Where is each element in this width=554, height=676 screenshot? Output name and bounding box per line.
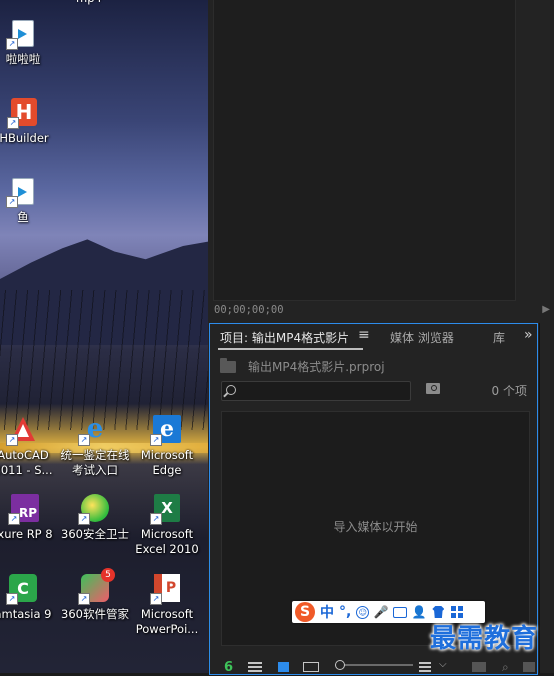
sogou-logo-icon[interactable]: S bbox=[295, 602, 315, 622]
desktop-icon-camtasia[interactable]: C ↗ amtasia 9 bbox=[0, 573, 63, 622]
panel-tab-bar: 项目: 输出MP4格式影片 ≡ 媒体 浏览器 库 » bbox=[210, 324, 537, 350]
desktop-icon-360-safe[interactable]: ↗ 360安全卫士 bbox=[55, 493, 135, 542]
desktop-icon-label: HBuilder bbox=[0, 131, 49, 145]
project-file-row: 输出MP4格式影片.prproj bbox=[220, 357, 385, 375]
autocad-icon: ↗ bbox=[6, 414, 38, 446]
desktop-icon-label-line1: Microsoft bbox=[140, 448, 194, 462]
ime-punctuation-toggle[interactable]: °, bbox=[339, 604, 351, 620]
skin-icon[interactable] bbox=[431, 605, 445, 619]
tab-media-browser[interactable]: 媒体 浏览器 bbox=[390, 329, 454, 346]
freeform-view-icon[interactable] bbox=[303, 662, 319, 672]
zoom-slider-knob[interactable] bbox=[335, 660, 345, 670]
desktop-icon-label-line1: 统一鉴定在线 bbox=[60, 448, 130, 462]
desktop-icon-label: 360安全卫士 bbox=[61, 527, 129, 541]
find-in-bin-icon[interactable] bbox=[426, 383, 440, 394]
desktop-icon-label-line2: 考试入口 bbox=[72, 463, 118, 477]
reeds-pattern bbox=[0, 290, 208, 430]
desktop-icon-fish[interactable]: ↗ 鱼 bbox=[0, 176, 63, 225]
folder-icon bbox=[220, 357, 236, 373]
tab-libraries[interactable]: 库 bbox=[493, 329, 505, 346]
microphone-icon[interactable]: 🎤 bbox=[374, 605, 389, 619]
partial-top-label: mp4 bbox=[76, 0, 102, 5]
notification-badge: 5 bbox=[101, 568, 115, 582]
zoom-slider[interactable] bbox=[335, 660, 413, 670]
user-icon[interactable]: 👤 bbox=[412, 605, 427, 619]
desktop-icon-label: 鱼 bbox=[17, 210, 29, 224]
toolbox-icon[interactable] bbox=[450, 605, 464, 619]
icon-view-icon[interactable] bbox=[278, 662, 289, 672]
desktop-icon-label-line2: Edge bbox=[152, 463, 182, 477]
desktop-icon-label: 360软件管家 bbox=[61, 607, 129, 621]
automate-to-sequence-icon[interactable] bbox=[472, 662, 486, 672]
premiere-window: 00;00;00;00 ▶ 项目: 输出MP4格式影片 ≡ 媒体 浏览器 库 »… bbox=[208, 0, 554, 676]
chevron-down-icon[interactable]: ⌵ bbox=[439, 659, 447, 670]
desktop-icon-powerpoint[interactable]: P ↗ Microsoft PowerPoi... bbox=[127, 573, 207, 637]
keyboard-icon[interactable] bbox=[393, 605, 408, 619]
new-bin-icon[interactable] bbox=[523, 662, 535, 672]
desktop-icon-excel[interactable]: X ↗ Microsoft Excel 2010 bbox=[127, 493, 207, 557]
tab-project[interactable]: 项目: 输出MP4格式影片 bbox=[217, 329, 364, 350]
search-icon bbox=[226, 385, 236, 395]
empty-message: 导入媒体以开始 bbox=[333, 520, 418, 534]
search-field[interactable] bbox=[221, 381, 411, 401]
desktop-icon-label-line2: PowerPoi... bbox=[135, 622, 199, 636]
desktop-icon-label-line2: 2011 - S... bbox=[0, 463, 53, 477]
desktop-icon-label-line1: Microsoft bbox=[140, 527, 194, 541]
list-view-icon[interactable] bbox=[248, 662, 262, 672]
desktop-icon-label-line2: Excel 2010 bbox=[135, 542, 199, 556]
play-icon[interactable]: ▶ bbox=[542, 304, 550, 315]
program-monitor-viewer[interactable] bbox=[213, 0, 516, 301]
excel-icon: X ↗ bbox=[150, 493, 182, 525]
axure-icon: RP ↗ bbox=[8, 493, 40, 525]
watermark-logo: 最需教育 bbox=[430, 624, 539, 654]
360-software-manager-icon: 5 ↗ bbox=[78, 568, 115, 605]
desktop-icon-hbuilder[interactable]: H ↗ HBuilder bbox=[0, 97, 64, 146]
emoji-icon[interactable]: ☺ bbox=[356, 605, 370, 619]
ie-icon: e ↗ bbox=[78, 414, 110, 446]
desktop-icon-label-line1: Microsoft bbox=[140, 607, 194, 621]
360-safe-icon: ↗ bbox=[78, 493, 110, 525]
project-file-name: 输出MP4格式影片.prproj bbox=[248, 360, 385, 374]
desktop-background: mp4 ↗ 啦啦啦 H↗ HBuilder ↗ 鱼 ↗ AutoCAD2011 … bbox=[0, 0, 208, 673]
powerpoint-icon: P ↗ bbox=[150, 573, 182, 605]
side-panel bbox=[539, 323, 554, 673]
camtasia-icon: C ↗ bbox=[6, 573, 38, 605]
program-monitor-panel: 00;00;00;00 ▶ bbox=[208, 0, 554, 322]
desktop-icon-edge[interactable]: e ↗ Microsoft Edge bbox=[127, 414, 207, 478]
desktop-icon-exam-portal[interactable]: e ↗ 统一鉴定在线 考试入口 bbox=[55, 414, 135, 478]
item-count: 0 个项 bbox=[491, 384, 527, 398]
video-file-icon: ↗ bbox=[6, 18, 38, 50]
desktop-icon-label-line1: AutoCAD bbox=[0, 448, 49, 462]
video-file-icon: ↗ bbox=[6, 176, 38, 208]
desktop-icon-label: xure RP 8 bbox=[0, 527, 53, 541]
ime-language-toggle[interactable]: 中 bbox=[320, 602, 334, 622]
desktop-icon-autocad[interactable]: ↗ AutoCAD2011 - S... bbox=[0, 414, 63, 478]
desktop-icon-360-software-manager[interactable]: 5 ↗ 360软件管家 bbox=[55, 568, 135, 622]
hbuilder-icon: H ↗ bbox=[7, 97, 39, 129]
panel-menu-icon[interactable]: ≡ bbox=[358, 327, 370, 343]
project-panel-toolbar: 6 ⌵ ⌕ bbox=[210, 658, 537, 676]
sort-icon[interactable] bbox=[419, 662, 431, 672]
search-input[interactable] bbox=[240, 382, 404, 400]
edge-icon: e ↗ bbox=[150, 414, 182, 446]
desktop-icon-label: amtasia 9 bbox=[0, 607, 52, 621]
desktop-icon-lalala[interactable]: ↗ 啦啦啦 bbox=[0, 18, 63, 67]
desktop-icon-label: 啦啦啦 bbox=[5, 52, 41, 66]
tabs-overflow-icon[interactable]: » bbox=[524, 327, 533, 343]
timecode-display[interactable]: 00;00;00;00 bbox=[214, 304, 284, 316]
